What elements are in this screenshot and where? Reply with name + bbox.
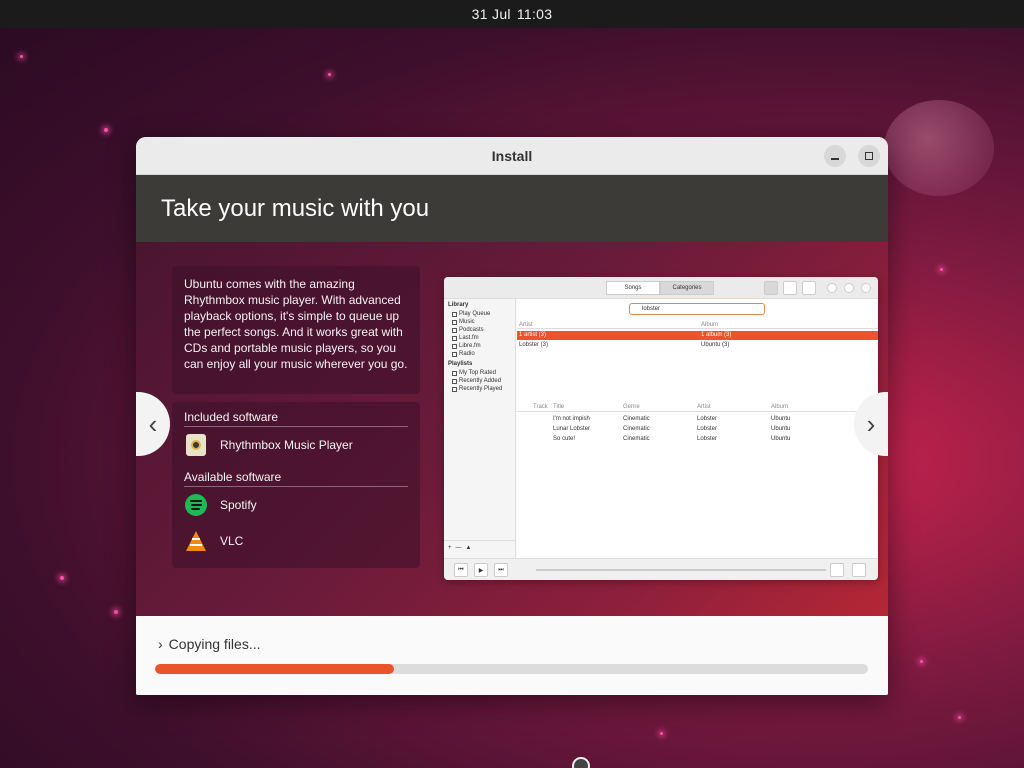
top-bar: 31 Jul 11:03 — [0, 0, 1024, 28]
rhythmbox-icon — [186, 434, 206, 456]
shot-playback-bar: ⏮ ▶ ⏭ — [444, 558, 878, 580]
minimize-icon — [831, 158, 839, 160]
mouse-cursor — [572, 757, 590, 768]
shot-seek-bar — [536, 569, 826, 571]
shot-library-item: Play Queue — [444, 310, 515, 318]
shot-eject-button: ▲ — [465, 545, 472, 551]
shot-search-field: lobster — [629, 303, 765, 315]
wallpaper-dot — [328, 73, 331, 76]
available-item-label: Spotify — [220, 498, 257, 512]
shot-track-header: Track Title Genre Artist Album — [517, 403, 878, 412]
clock-date[interactable]: 31 Jul — [472, 6, 511, 22]
shot-library-item: Podcasts — [444, 326, 515, 334]
progress-expander[interactable]: › Copying files... — [158, 636, 261, 652]
slide-description: Ubuntu comes with the amazing Rhythmbox … — [172, 266, 420, 394]
shot-artist-row: 1 artist (3) 1 album (3) — [517, 331, 878, 340]
shot-browser: lobster Artist Album 1 artist (3) 1 albu… — [517, 299, 878, 558]
shot-remove-button: — — [455, 545, 462, 551]
software-panel: Included software Rhythmbox Music Player… — [172, 402, 420, 568]
shot-track-row: Lunar Lobster Cinematic Lobster Ubuntu — [553, 426, 791, 432]
slide-heading: Take your music with you — [136, 175, 888, 242]
shot-playlist-item: My Top Rated — [444, 369, 515, 377]
shot-toolbar: Songs Categories — [444, 277, 878, 299]
shot-library-item: Libre.fm — [444, 342, 515, 350]
available-software-heading: Available software — [184, 470, 408, 487]
progress-bar — [155, 664, 868, 674]
shot-shuffle-icon — [852, 563, 866, 577]
maximize-button[interactable] — [858, 145, 880, 167]
shot-close-icon — [861, 283, 871, 293]
available-item: VLC — [184, 529, 243, 553]
shot-repeat-icon — [830, 563, 844, 577]
wallpaper-dot — [920, 660, 923, 663]
shot-artist-album-header: Artist Album — [517, 321, 878, 329]
minimize-button[interactable] — [824, 145, 846, 167]
slideshow: Ubuntu comes with the amazing Rhythmbox … — [136, 242, 888, 616]
shot-maximize-icon — [844, 283, 854, 293]
spotify-icon — [185, 494, 207, 516]
shot-minimize-icon — [827, 283, 837, 293]
previous-slide-button[interactable]: ‹ — [136, 392, 170, 456]
wallpaper-dot — [114, 610, 118, 614]
shot-search-icon — [764, 281, 778, 295]
shot-play-icon: ▶ — [474, 563, 488, 577]
vlc-icon — [186, 531, 206, 551]
shot-track-row: So cute! Cinematic Lobster Ubuntu — [553, 436, 791, 442]
shot-library-item: Last.fm — [444, 334, 515, 342]
shot-library-item: Radio — [444, 350, 515, 358]
wallpaper-dot — [104, 128, 108, 132]
rhythmbox-screenshot: Songs Categories Library Play Queue Musi… — [444, 277, 878, 580]
shot-sidebar: Library Play Queue Music Podcasts Last.f… — [444, 299, 516, 558]
shot-previous-icon: ⏮ — [454, 563, 468, 577]
shot-playlist-item: Recently Added — [444, 377, 515, 385]
shot-tab-songs: Songs — [606, 281, 660, 295]
maximize-icon — [865, 152, 873, 160]
shot-next-icon: ⏭ — [494, 563, 508, 577]
progress-section: › Copying files... — [136, 616, 888, 695]
shot-tab-categories: Categories — [660, 281, 714, 295]
wallpaper-dot — [20, 55, 23, 58]
progress-fill — [155, 664, 394, 674]
included-item: Rhythmbox Music Player — [184, 433, 353, 457]
shot-menu-icon — [783, 281, 797, 295]
wallpaper-bubble — [884, 100, 994, 196]
available-item-label: VLC — [220, 534, 244, 548]
wallpaper-dot — [60, 576, 64, 580]
shot-library-heading: Library — [448, 302, 469, 308]
title-bar[interactable]: Install — [136, 137, 888, 175]
wallpaper-dot — [940, 268, 943, 271]
wallpaper-dot — [660, 732, 663, 735]
shot-track-row: I'm not impish Cinematic Lobster Ubuntu — [553, 416, 791, 422]
window-title: Install — [491, 147, 533, 164]
included-software-heading: Included software — [184, 410, 408, 427]
progress-status: Copying files... — [168, 636, 261, 652]
shot-hamburger-icon — [802, 281, 816, 295]
install-window: Install Take your music with you Ubuntu … — [136, 137, 888, 695]
clock-time[interactable]: 11:03 — [517, 6, 553, 22]
shot-library-item: Music — [444, 318, 515, 326]
shot-artist-row: Lobster (3) Ubuntu (3) — [519, 342, 730, 348]
chevron-right-icon: › — [158, 636, 163, 652]
shot-add-button: + — [448, 545, 452, 551]
available-item: Spotify — [184, 493, 257, 517]
wallpaper-dot — [958, 716, 961, 719]
shot-playlist-item: Recently Played — [444, 385, 515, 393]
included-item-label: Rhythmbox Music Player — [220, 438, 353, 452]
shot-playlists-heading: Playlists — [448, 361, 473, 367]
